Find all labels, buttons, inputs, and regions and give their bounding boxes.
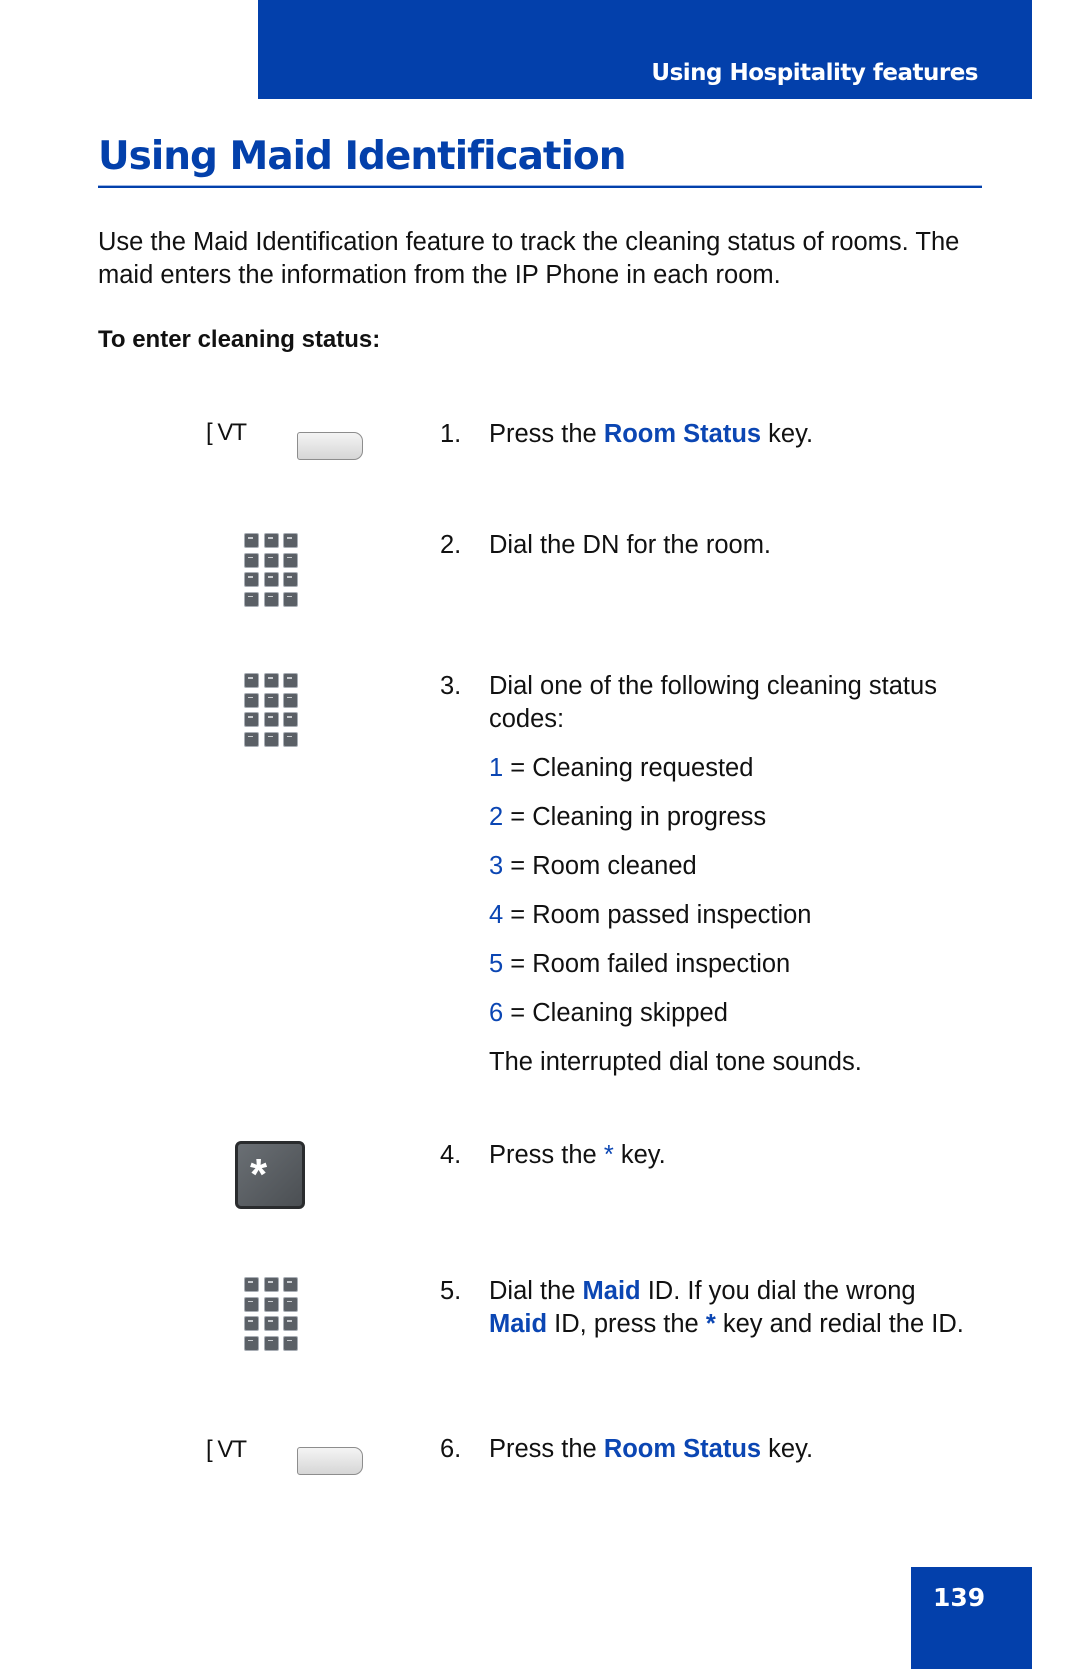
softkey-label: [ VT xyxy=(206,419,247,446)
key-name: * xyxy=(603,1141,614,1169)
status-code: 1 xyxy=(489,754,504,782)
step-number: 1. xyxy=(440,420,462,448)
status-code-item: 5 = Room failed inspection xyxy=(489,948,790,981)
step-text: key. xyxy=(613,1141,666,1169)
step-number: 4. xyxy=(440,1141,462,1169)
step-5: 5. Dial the Maid ID. If you dial the wro… xyxy=(440,1275,965,1341)
procedure-heading: To enter cleaning status: xyxy=(98,326,381,353)
star-key-icon: * xyxy=(235,1141,305,1209)
status-code: 3 xyxy=(489,852,504,880)
status-label: Cleaning requested xyxy=(532,754,754,782)
step-3: 3. Dial one of the following cleaning st… xyxy=(440,670,980,736)
intro-paragraph: Use the Maid Identification feature to t… xyxy=(98,228,960,289)
page-number: 139 xyxy=(933,1583,986,1612)
status-code-item: 1 = Cleaning requested xyxy=(489,752,753,785)
status-code: 4 xyxy=(489,901,504,929)
status-code: 2 xyxy=(489,803,504,831)
step-text: Dial the DN for the room. xyxy=(489,531,772,559)
step-4: 4. Press the * key. xyxy=(440,1139,1000,1172)
step-text: key and redial the ID. xyxy=(715,1310,964,1338)
step-number: 5. xyxy=(440,1277,462,1305)
key-name: * xyxy=(705,1310,716,1338)
status-code: 6 xyxy=(489,999,504,1027)
header-band: Using Hospitality features xyxy=(258,0,1032,99)
step-text: ID. If you dial the wrong xyxy=(640,1277,916,1305)
status-code-item: 2 = Cleaning in progress xyxy=(489,801,766,834)
equals-sign: = xyxy=(503,754,533,782)
status-label: Room failed inspection xyxy=(532,950,791,978)
status-label: Cleaning skipped xyxy=(532,999,728,1027)
key-name: Maid xyxy=(489,1310,548,1338)
status-code-item: 3 = Room cleaned xyxy=(489,850,697,883)
status-code-item: 6 = Cleaning skipped xyxy=(489,997,728,1030)
room-status-softkey-icon xyxy=(297,432,363,460)
equals-sign: = xyxy=(503,901,533,929)
status-label: Room cleaned xyxy=(532,852,697,880)
status-code-item: 4 = Room passed inspection xyxy=(489,899,812,932)
step-text: key. xyxy=(761,420,814,448)
status-label: Cleaning in progress xyxy=(532,803,767,831)
room-status-softkey-icon xyxy=(297,1447,363,1475)
key-name: Maid xyxy=(582,1277,641,1305)
step-text: Press the xyxy=(489,1435,604,1463)
step-number: 2. xyxy=(440,531,462,559)
step-number: 6. xyxy=(440,1435,462,1463)
section-title: Using Hospitality features xyxy=(651,60,978,86)
dialpad-icon xyxy=(244,673,298,747)
title-divider xyxy=(98,186,982,188)
step-text: key. xyxy=(761,1435,814,1463)
equals-sign: = xyxy=(503,803,533,831)
step-text: Press the xyxy=(489,420,604,448)
page-title: Using Maid Identification xyxy=(98,134,626,179)
dialpad-icon xyxy=(244,1277,298,1351)
tone-note: The interrupted dial tone sounds. xyxy=(489,1048,862,1076)
page-number-box: 139 xyxy=(911,1567,1032,1669)
star-glyph: * xyxy=(250,1150,268,1199)
status-label: Room passed inspection xyxy=(532,901,812,929)
equals-sign: = xyxy=(503,852,533,880)
step-6: 6. Press the Room Status key. xyxy=(440,1433,1000,1466)
step-text: Dial the xyxy=(489,1277,583,1305)
equals-sign: = xyxy=(503,950,533,978)
key-name: Room Status xyxy=(603,1435,762,1463)
step-number: 3. xyxy=(440,672,462,700)
step-text: Dial one of the following cleaning statu… xyxy=(489,672,937,733)
status-code: 5 xyxy=(489,950,504,978)
dialpad-icon xyxy=(244,533,298,607)
softkey-label: [ VT xyxy=(206,1436,247,1463)
key-name: Room Status xyxy=(603,420,762,448)
step-text: ID, press the xyxy=(547,1310,706,1338)
step-2: 2. Dial the DN for the room. xyxy=(440,529,1000,562)
step-text: Press the xyxy=(489,1141,604,1169)
equals-sign: = xyxy=(503,999,533,1027)
step-1: 1. Press the Room Status key. xyxy=(440,418,1000,451)
